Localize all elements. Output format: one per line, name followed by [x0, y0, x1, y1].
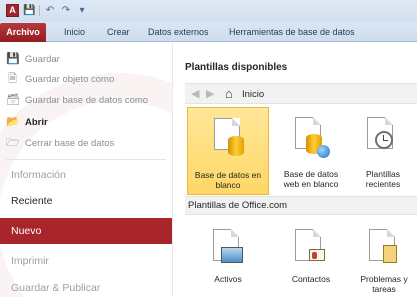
template-blank-database-label: Base de datos en blanco: [188, 170, 268, 190]
tab-inicio[interactable]: Inicio: [64, 23, 85, 42]
template-blank-database[interactable]: Base de datos en blanco: [187, 107, 269, 195]
globe-icon: [317, 145, 330, 158]
template-problemas-tareas[interactable]: Problemas y tareas: [353, 219, 415, 297]
available-templates-heading: Plantillas disponibles: [185, 62, 288, 73]
label-line1: Base de datos: [283, 169, 339, 179]
guardar-objeto-como-command[interactable]: 🗎 Guardar objeto como: [6, 70, 114, 88]
guardar-base-datos-como-label: Guardar base de datos como: [25, 94, 149, 106]
back-arrow-icon[interactable]: ◀: [191, 87, 199, 100]
nav-reciente[interactable]: Reciente: [0, 188, 172, 214]
new-database-pane: Plantillas disponibles ◀ ▶ ⌂ Inicio Base…: [172, 43, 417, 297]
office-templates-section-title: Plantillas de Office.com: [185, 196, 417, 215]
guardar-command[interactable]: 💾 Guardar: [6, 50, 60, 68]
access-app-icon[interactable]: A: [6, 4, 19, 17]
guardar-label: Guardar: [25, 53, 60, 65]
close-database-icon: 🗁: [6, 136, 20, 149]
breadcrumb: ◀ ▶ ⌂ Inicio: [185, 83, 417, 104]
tab-herramientas-base-datos[interactable]: Herramientas de base de datos: [229, 23, 355, 42]
guardar-objeto-como-label: Guardar objeto como: [25, 73, 115, 85]
label-line2: blanco: [215, 180, 241, 190]
label-line2: recientes: [365, 179, 401, 189]
monitor-icon: [221, 247, 243, 263]
clipboard-icon: [383, 245, 397, 263]
ribbon-tab-bar: Archivo Inicio Crear Datos externos Herr…: [0, 22, 417, 42]
nav-divider: [6, 159, 166, 160]
label-line1: Contactos: [291, 274, 331, 284]
template-problemas-tareas-label: Problemas y tareas: [353, 274, 415, 294]
label-line1: Problemas y: [360, 274, 408, 284]
template-contactos-label: Contactos: [273, 274, 349, 284]
forward-arrow-icon[interactable]: ▶: [206, 87, 214, 100]
template-recent-label: Plantillas recientes: [353, 169, 413, 189]
template-blank-web-database-label: Base de datos web en blanco: [273, 169, 349, 189]
template-contactos[interactable]: Contactos: [273, 219, 349, 297]
save-as-icon: 🗎: [8, 72, 17, 85]
label-line1: Base de datos en: [194, 170, 262, 180]
contact-card-icon: [309, 249, 325, 261]
open-folder-icon: 📂: [6, 115, 20, 128]
label-line2: web en blanco: [283, 179, 339, 189]
cerrar-base-datos-label: Cerrar base de datos: [25, 137, 115, 149]
label-line1: Activos: [214, 274, 242, 284]
label-line1: Plantillas: [365, 169, 401, 179]
save-icon[interactable]: 💾: [23, 5, 35, 17]
nav-informacion[interactable]: Información: [0, 162, 172, 188]
guardar-base-datos-como-command[interactable]: 🗃 Guardar base de datos como: [6, 91, 148, 109]
save-icon: 💾: [6, 52, 20, 65]
template-activos-label: Activos: [187, 274, 269, 284]
redo-icon[interactable]: ↷: [60, 5, 72, 17]
cerrar-base-datos-command[interactable]: 🗁 Cerrar base de datos: [6, 134, 114, 152]
tab-crear[interactable]: Crear: [107, 23, 130, 42]
quick-access-toolbar: A 💾 ↶ ↷ ▾: [6, 4, 88, 17]
qat-separator: [39, 5, 40, 16]
backstage-nav-pane: 💾 Guardar 🗎 Guardar objeto como 🗃 Guarda…: [0, 43, 172, 297]
tab-archivo[interactable]: Archivo: [0, 23, 46, 42]
nav-guardar-publicar[interactable]: Guardar & Publicar: [0, 275, 172, 297]
clock-icon: [375, 131, 393, 149]
customize-qat-icon[interactable]: ▾: [76, 5, 88, 17]
breadcrumb-inicio[interactable]: Inicio: [242, 89, 264, 100]
template-activos[interactable]: Activos: [187, 219, 269, 297]
nav-imprimir[interactable]: Imprimir: [0, 248, 172, 274]
template-blank-web-database[interactable]: Base de datos web en blanco: [273, 107, 349, 195]
abrir-label: Abrir: [25, 116, 48, 128]
template-recent[interactable]: Plantillas recientes: [353, 107, 413, 195]
nav-nuevo[interactable]: Nuevo: [0, 218, 172, 244]
abrir-command[interactable]: 📂 Abrir: [6, 113, 48, 131]
database-cylinder-icon: [228, 136, 244, 156]
tab-datos-externos[interactable]: Datos externos: [148, 23, 209, 42]
undo-icon[interactable]: ↶: [44, 5, 56, 17]
label-line2: tareas: [372, 284, 396, 294]
title-bar: A 💾 ↶ ↷ ▾: [0, 0, 417, 22]
home-icon[interactable]: ⌂: [225, 86, 233, 101]
database-save-icon: 🗃: [6, 93, 20, 106]
